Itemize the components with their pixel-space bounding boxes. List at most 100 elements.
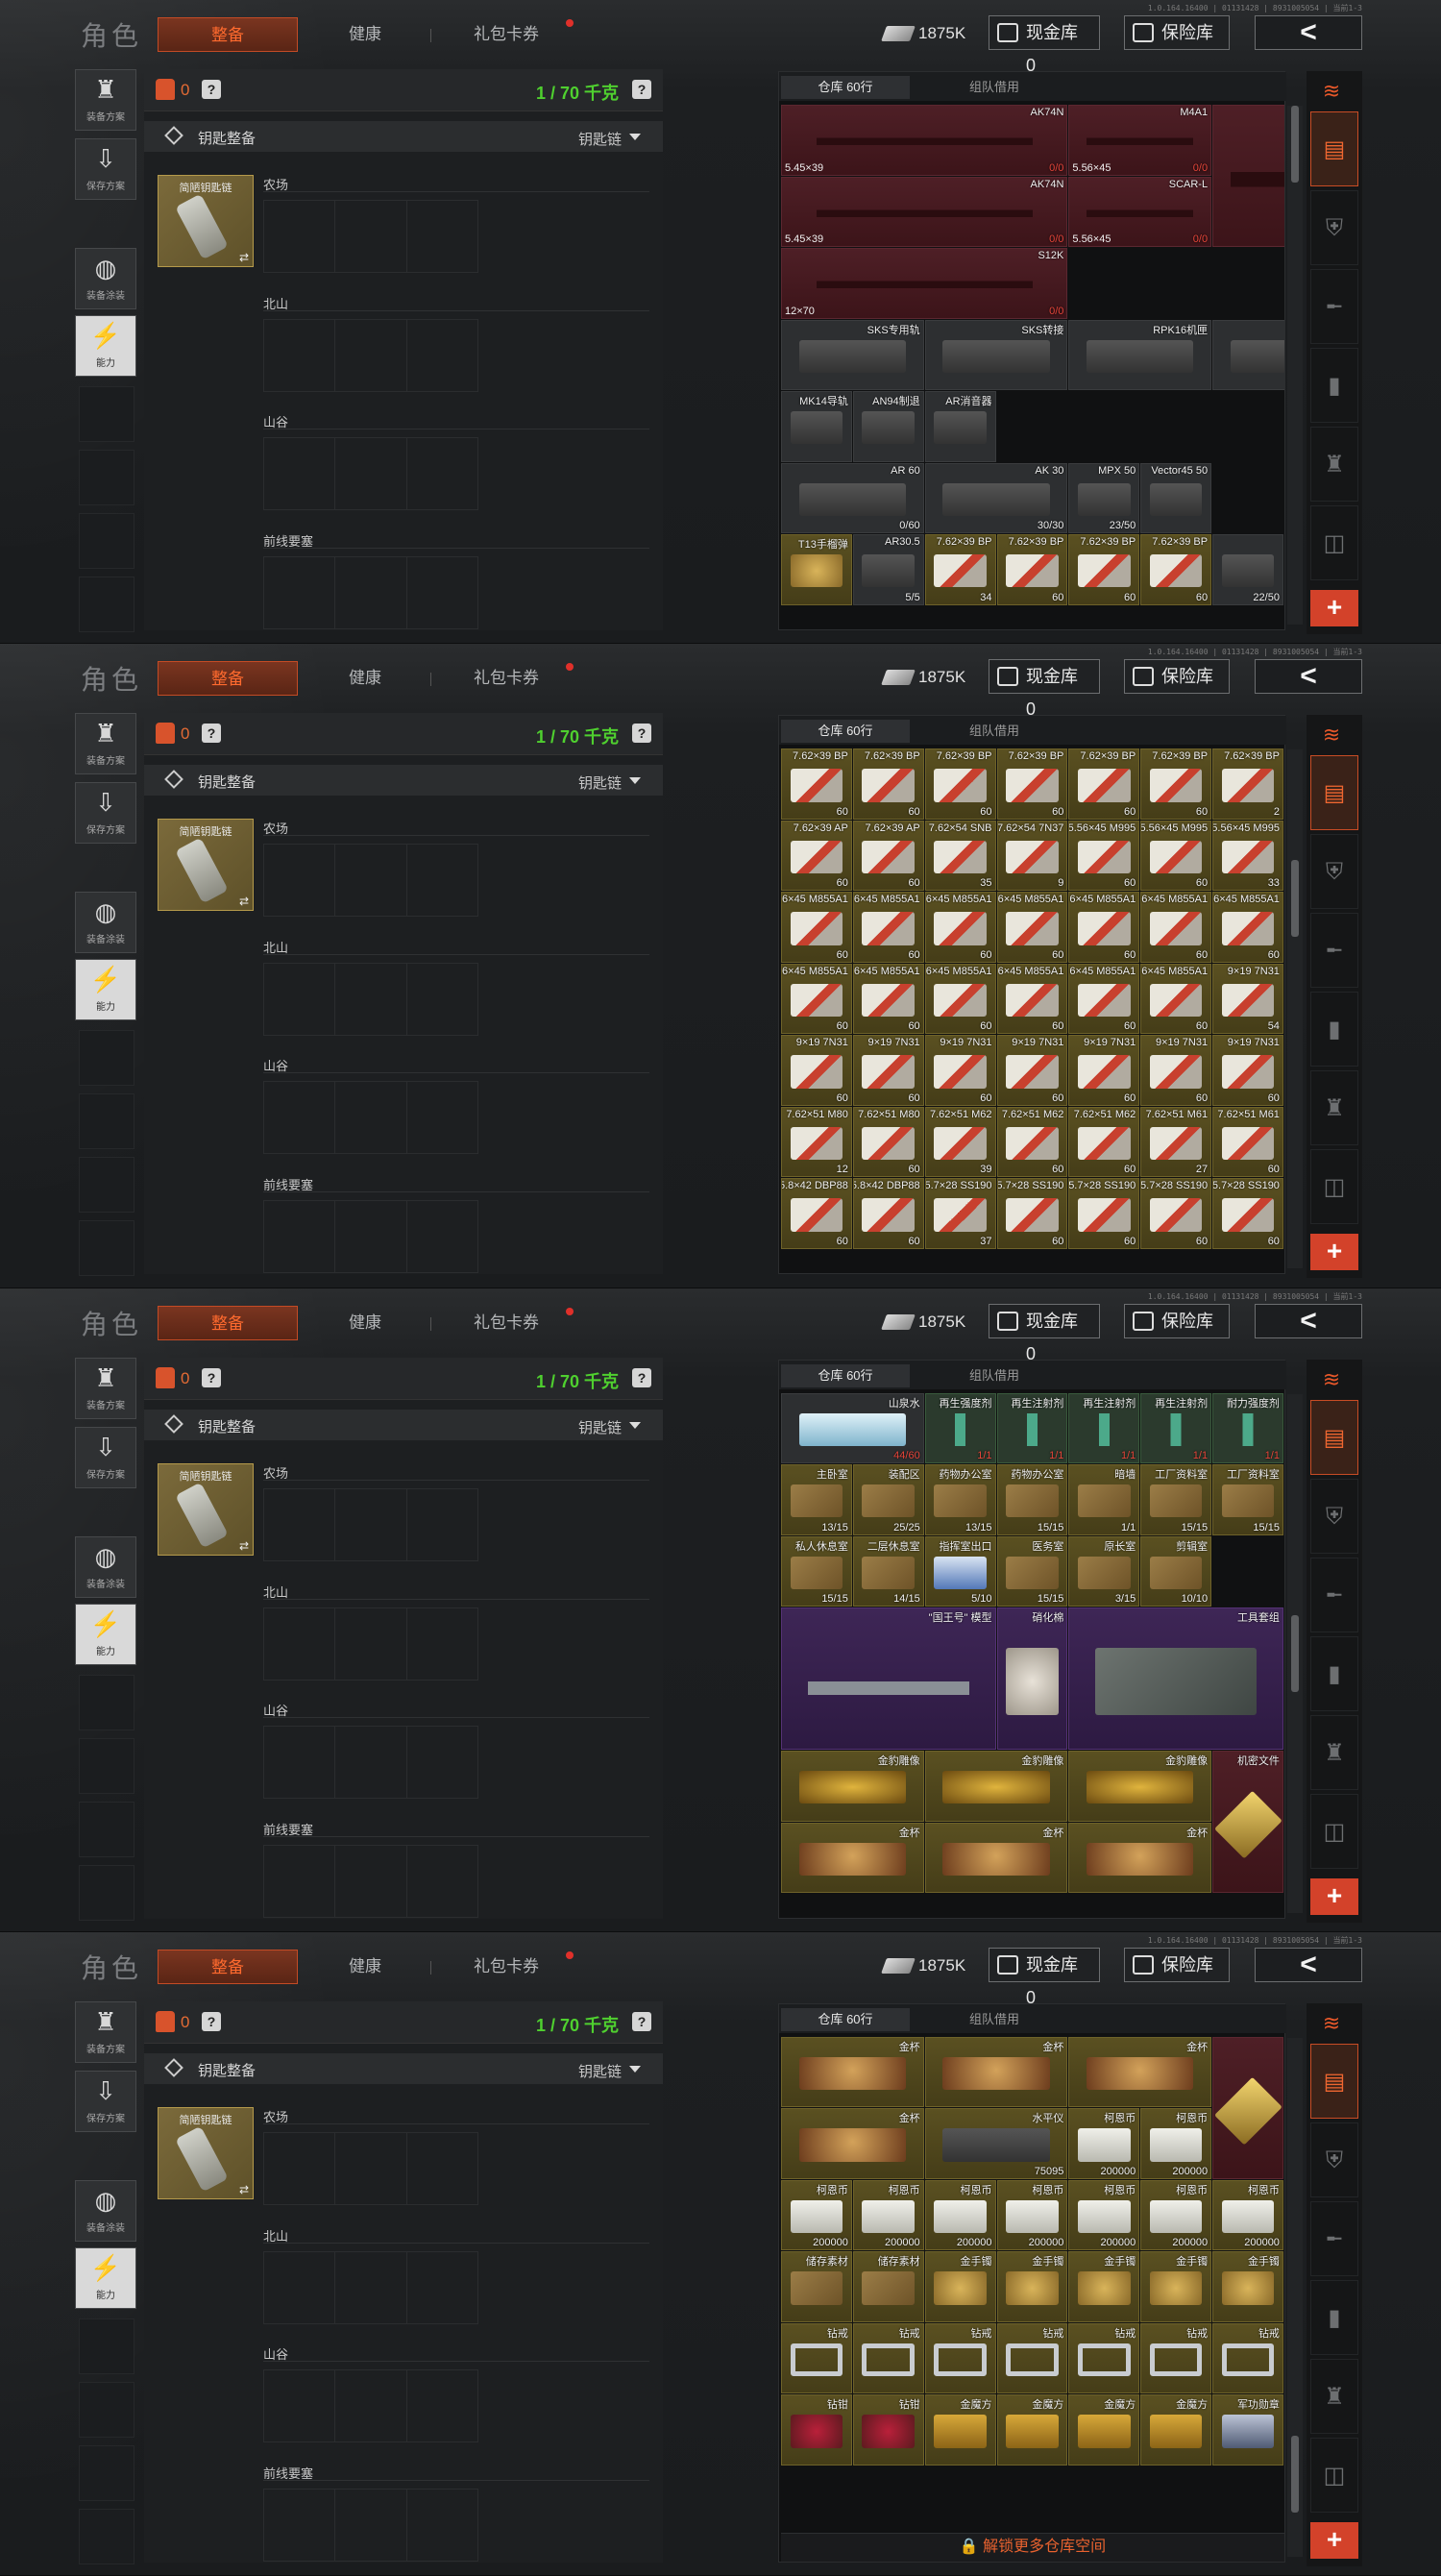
stash-item[interactable]: 7.62×51 M80 12: [781, 1106, 852, 1178]
stash-item[interactable]: 金豹雕像: [1068, 1751, 1212, 1822]
key-chain-dropdown[interactable]: 钥匙链: [578, 773, 642, 793]
tab-gift[interactable]: 礼包卡券: [453, 1950, 559, 1984]
category-helmet-icon[interactable]: ⛨: [1310, 1478, 1358, 1554]
stash-item[interactable]: 9×19 7N31 60: [852, 1035, 924, 1106]
key-slot[interactable]: [335, 438, 407, 509]
scroll-thumb[interactable]: [1291, 1614, 1299, 1692]
stash-item[interactable]: 工厂资料室 15/15: [1212, 1464, 1283, 1535]
stash-item[interactable]: 金魔方: [996, 2394, 1068, 2466]
nav-button-skin[interactable]: ◍ 装备涂装: [75, 2179, 136, 2242]
key-slot[interactable]: [407, 320, 477, 391]
stash-item[interactable]: 7.62×51 M62 60: [1068, 1106, 1140, 1178]
nav-button-ability[interactable]: ⚡ 能力: [75, 959, 136, 1021]
swap-icon[interactable]: ⇄: [239, 1539, 249, 1553]
scroll-thumb[interactable]: [1291, 106, 1299, 183]
add-button[interactable]: +: [1310, 1234, 1358, 1271]
stash-item[interactable]: 7.62×54 SNB 35: [924, 820, 996, 892]
help-icon[interactable]: ?: [202, 80, 221, 99]
key-slot[interactable]: [407, 557, 477, 628]
key-slots[interactable]: [263, 1607, 478, 1681]
key-slots[interactable]: [263, 2131, 478, 2205]
stash-item[interactable]: 钻戒: [1068, 2322, 1140, 2394]
key-slots[interactable]: [263, 1725, 478, 1799]
stash-item[interactable]: 钻戒: [781, 2322, 852, 2394]
key-chain-dropdown[interactable]: 钥匙链: [578, 129, 642, 149]
stash-item[interactable]: 金杯: [781, 2108, 924, 2179]
key-slot[interactable]: [335, 1082, 407, 1154]
stash-item[interactable]: 5.56×45 M995 33: [1212, 820, 1283, 892]
stash-item[interactable]: 5.56×45 M855A1 60: [1140, 963, 1212, 1035]
key-slots[interactable]: [263, 319, 478, 392]
stash-item[interactable]: 5.56×45 M995 60: [1068, 820, 1140, 892]
key-slot[interactable]: [407, 2370, 477, 2441]
stash-item[interactable]: 机密文件: [1212, 1751, 1283, 1893]
stash-item[interactable]: 金手镯: [1212, 2251, 1283, 2322]
key-slot[interactable]: [335, 845, 407, 917]
stash-item[interactable]: SKS转接: [924, 319, 1068, 390]
key-slot[interactable]: [335, 2132, 407, 2204]
stash-item[interactable]: 工具套组: [1068, 1607, 1283, 1750]
stash-item[interactable]: 钻戒: [996, 2322, 1068, 2394]
key-slot[interactable]: [264, 1201, 336, 1273]
scroll-thumb[interactable]: [1291, 2435, 1299, 2513]
tab-warehouse[interactable]: 仓库 60行: [781, 720, 910, 744]
key-slot[interactable]: [335, 1845, 407, 1917]
weight-help-icon[interactable]: ?: [632, 80, 651, 99]
back-button[interactable]: <: [1255, 1303, 1362, 1338]
stash-item[interactable]: AR30.5 5/5: [852, 534, 924, 605]
stash-item[interactable]: 5.56×45 M855A1 60: [852, 892, 924, 963]
key-slots[interactable]: [263, 437, 478, 510]
stash-item[interactable]: 7.62×51 M62 39: [924, 1106, 996, 1178]
key-slots[interactable]: [263, 200, 478, 273]
stash-item[interactable]: 5.56×45 M855A1 60: [996, 963, 1068, 1035]
stash-item[interactable]: 耐力强度剂 1/1: [1212, 1392, 1283, 1463]
key-slots[interactable]: [263, 2250, 478, 2324]
stash-item[interactable]: 5.56×45 M855A1 60: [781, 963, 852, 1035]
help-icon[interactable]: ?: [202, 2011, 221, 2031]
stash-scrollbar[interactable]: [1287, 749, 1303, 1269]
cash-vault-button[interactable]: 现金库 0: [989, 1947, 1100, 2007]
stash-item[interactable]: 柯恩币 200000: [852, 2179, 924, 2251]
key-slots[interactable]: [263, 1844, 478, 1918]
key-slot[interactable]: [335, 557, 407, 628]
stash-item[interactable]: 7.62×39 BP 60: [852, 748, 924, 820]
key-slots[interactable]: [263, 963, 478, 1037]
key-section-header[interactable]: 钥匙整备 钥匙链: [144, 1409, 663, 1440]
tab-gift[interactable]: 礼包卡券: [453, 1306, 559, 1340]
key-slot[interactable]: [264, 2489, 336, 2561]
tab-health[interactable]: 健康: [327, 17, 403, 52]
stash-item[interactable]: 主卧室 13/15: [781, 1464, 852, 1535]
key-slot[interactable]: [407, 1727, 477, 1798]
key-chain-item[interactable]: 简陋钥匙链 ⇄: [158, 819, 254, 912]
category-gear-icon[interactable]: ♜: [1310, 2358, 1358, 2434]
key-chain-item[interactable]: 简陋钥匙链 ⇄: [158, 2106, 254, 2199]
stash-item[interactable]: 7.62×39 BP 60: [996, 748, 1068, 820]
category-case-icon[interactable]: ◫: [1310, 1793, 1358, 1869]
stash-item[interactable]: 5.7×28 SS190 37: [924, 1178, 996, 1249]
stash-item[interactable]: S12K 12×70 0/0: [781, 248, 1068, 319]
key-slots[interactable]: [263, 2488, 478, 2562]
nav-button-ability[interactable]: ⚡ 能力: [75, 315, 136, 377]
category-magazine-icon[interactable]: ▮: [1310, 2279, 1358, 2355]
key-slot[interactable]: [335, 1488, 407, 1560]
nav-button-ability[interactable]: ⚡ 能力: [75, 2246, 136, 2309]
stash-item[interactable]: RPK16机匣: [1068, 319, 1212, 390]
stash-item[interactable]: 金魔方: [924, 2394, 996, 2466]
stash-item[interactable]: 轻斜前握把: [1212, 319, 1284, 390]
key-chain-dropdown[interactable]: 钥匙链: [578, 1417, 642, 1437]
tab-warehouse[interactable]: 仓库 60行: [781, 1363, 910, 1387]
key-slot[interactable]: [335, 2251, 407, 2323]
swap-icon[interactable]: ⇄: [239, 2183, 249, 2196]
sort-icon[interactable]: ≋: [1314, 723, 1349, 751]
stash-item[interactable]: 5.56×45 M855A1 60: [924, 963, 996, 1035]
key-slot[interactable]: [264, 1726, 336, 1798]
key-slots[interactable]: [263, 2368, 478, 2442]
nav-button-loadout-plan[interactable]: ♜ 装备方案: [75, 69, 136, 131]
stash-item[interactable]: SCAR-L0/0: [1212, 105, 1284, 247]
stash-item[interactable]: 5.56×45 M855A1 60: [781, 892, 852, 963]
stash-item[interactable]: 金杯: [924, 2036, 1068, 2108]
stash-item[interactable]: 工厂资料室 15/15: [1140, 1464, 1212, 1535]
stash-item[interactable]: 5.56×45 M855A1 60: [852, 963, 924, 1035]
key-slot[interactable]: [407, 2252, 477, 2323]
key-slot[interactable]: [264, 438, 336, 509]
